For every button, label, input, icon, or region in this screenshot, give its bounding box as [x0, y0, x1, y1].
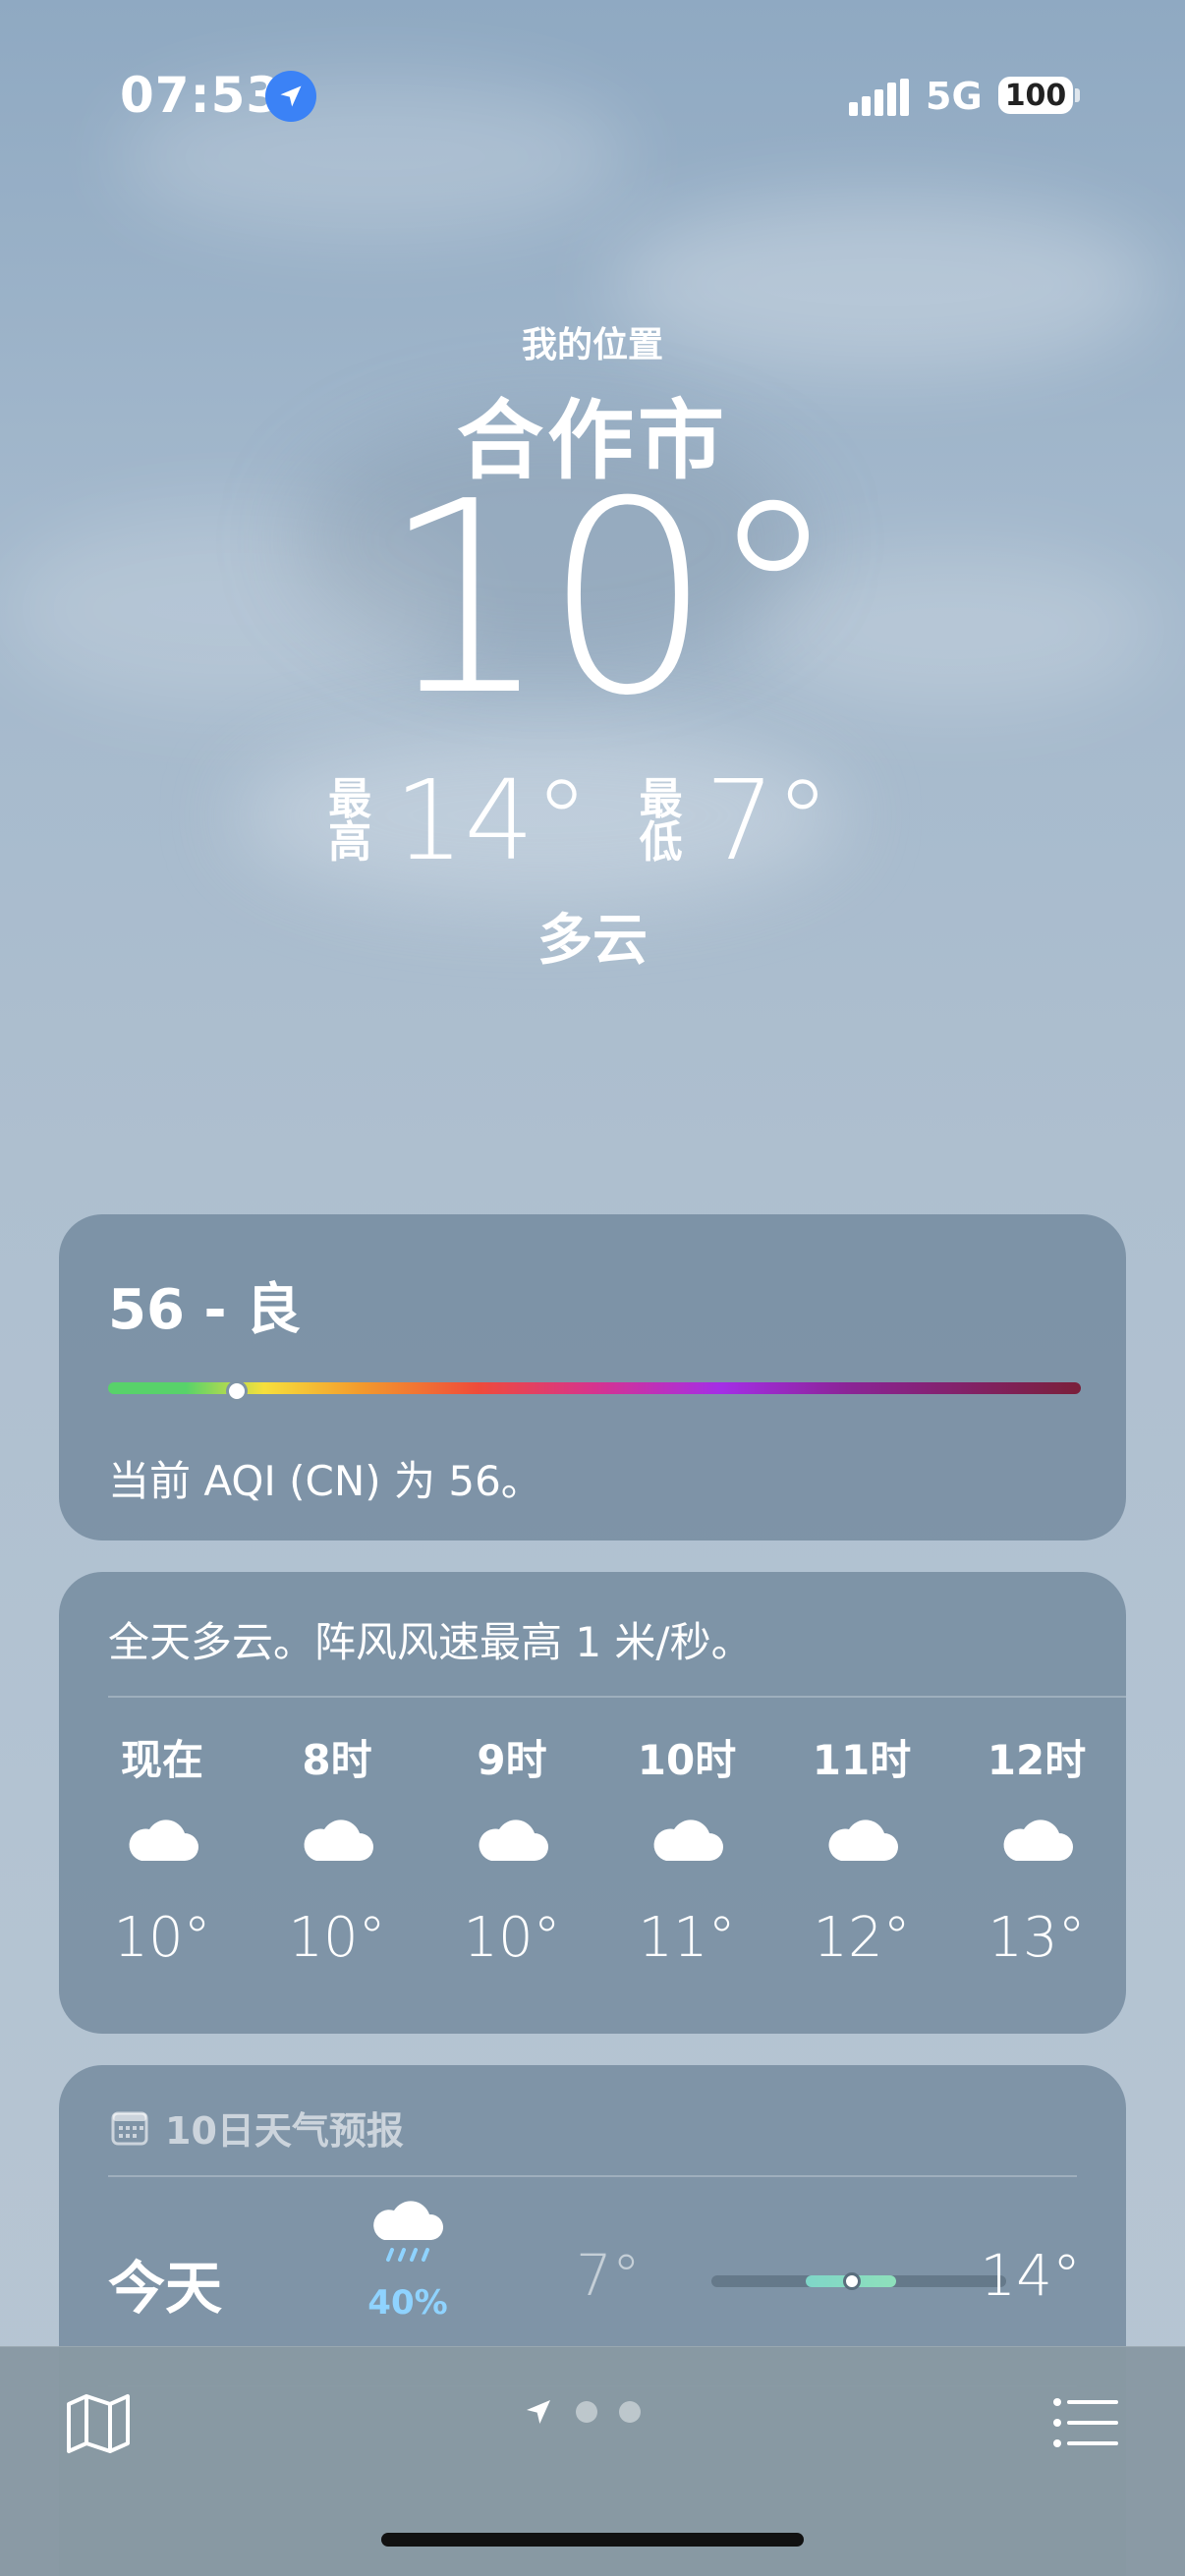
day-row[interactable]: 今天 40% 7° 14° [108, 2201, 1081, 2330]
current-temperature: 10° [380, 444, 840, 754]
air-quality-card[interactable]: 56 - 良 当前 AQI (CN) 为 56。 [59, 1214, 1126, 1540]
location-arrow-icon[interactable] [523, 2396, 554, 2428]
hour-item: 10时 11° [613, 1727, 761, 1970]
divider [108, 2175, 1077, 2177]
high-label: 最高 [328, 774, 372, 868]
home-indicator[interactable] [381, 2533, 804, 2547]
cloud-icon [129, 1820, 198, 1861]
cloud-icon [479, 1820, 548, 1861]
precipitation-chance: 40% [367, 2283, 448, 2323]
aqi-indicator [226, 1380, 248, 1402]
hourly-list[interactable]: 现在 10° 8时 10° 9时 10° 10时 11° 11时 12° 12时… [88, 1727, 1110, 1970]
hour-label: 11时 [812, 1736, 912, 1784]
hour-temp: 10° [113, 1906, 211, 1970]
daily-header-label: 10日天气预报 [165, 2109, 404, 2153]
cloud-icon [828, 1820, 898, 1861]
aqi-scale-bar [108, 1382, 1081, 1394]
page-dot[interactable] [619, 2401, 641, 2423]
low-temperature: 7° [705, 757, 830, 885]
battery-icon: 100 [998, 77, 1073, 114]
cloud-icon [1003, 1820, 1073, 1861]
hour-temp: 12° [813, 1906, 911, 1970]
divider [108, 1696, 1126, 1698]
day-name: 今天 [108, 2255, 223, 2322]
cellular-signal-icon [849, 79, 909, 116]
cloud-rain-icon [373, 2201, 444, 2262]
hour-temp: 10° [463, 1906, 561, 1970]
cloud-icon [653, 1820, 723, 1861]
day-high: 14° [980, 2242, 1081, 2309]
list-icon[interactable] [1051, 2388, 1120, 2457]
hour-item: 8时 10° [263, 1727, 411, 1970]
hour-temp: 11° [638, 1906, 736, 1970]
hourly-summary: 全天多云。阵风风速最高 1 米/秒。 [108, 1618, 753, 1666]
aqi-description: 当前 AQI (CN) 为 56。 [108, 1457, 542, 1505]
high-low: 最高 14° 最低 7° [0, 766, 1185, 876]
day-low: 7° [576, 2242, 641, 2309]
hour-label: 10时 [637, 1736, 737, 1784]
cloud-icon [304, 1820, 373, 1861]
aqi-value: 56 - 良 [108, 1278, 302, 1342]
hour-item: 12时 13° [963, 1727, 1110, 1970]
weather-screen: 07:53 5G 100 我的位置 合作市 10° 最高 14° 最低 7° 多… [0, 0, 1185, 2576]
high-temperature: 14° [394, 757, 590, 885]
location-services-icon [265, 71, 316, 122]
page-indicator[interactable] [523, 2396, 641, 2428]
calendar-icon [111, 2111, 148, 2145]
hour-label: 8时 [302, 1736, 372, 1784]
condition-text: 多云 [537, 909, 648, 973]
page-dot[interactable] [576, 2401, 597, 2423]
network-type: 5G [926, 75, 983, 118]
hour-item: 11时 12° [788, 1727, 935, 1970]
hour-label: 9时 [477, 1736, 547, 1784]
hour-label: 12时 [987, 1736, 1087, 1784]
daily-header: 10日天气预报 [110, 2100, 404, 2155]
hour-temp: 13° [988, 1906, 1086, 1970]
hour-item: 现在 10° [88, 1727, 236, 1970]
low-label: 最低 [639, 774, 683, 868]
battery-tip [1075, 88, 1080, 102]
hour-label: 现在 [120, 1736, 203, 1784]
map-icon[interactable] [63, 2388, 134, 2459]
current-temp-indicator [843, 2272, 861, 2290]
hour-item: 9时 10° [438, 1727, 586, 1970]
temperature-range-bar [711, 2272, 1006, 2290]
location-subtitle: 我的位置 [521, 325, 663, 365]
hourly-forecast-card[interactable]: 全天多云。阵风风速最高 1 米/秒。 现在 10° 8时 10° 9时 10° … [59, 1572, 1126, 2034]
status-time: 07:53 [120, 67, 282, 124]
hour-temp: 10° [288, 1906, 386, 1970]
